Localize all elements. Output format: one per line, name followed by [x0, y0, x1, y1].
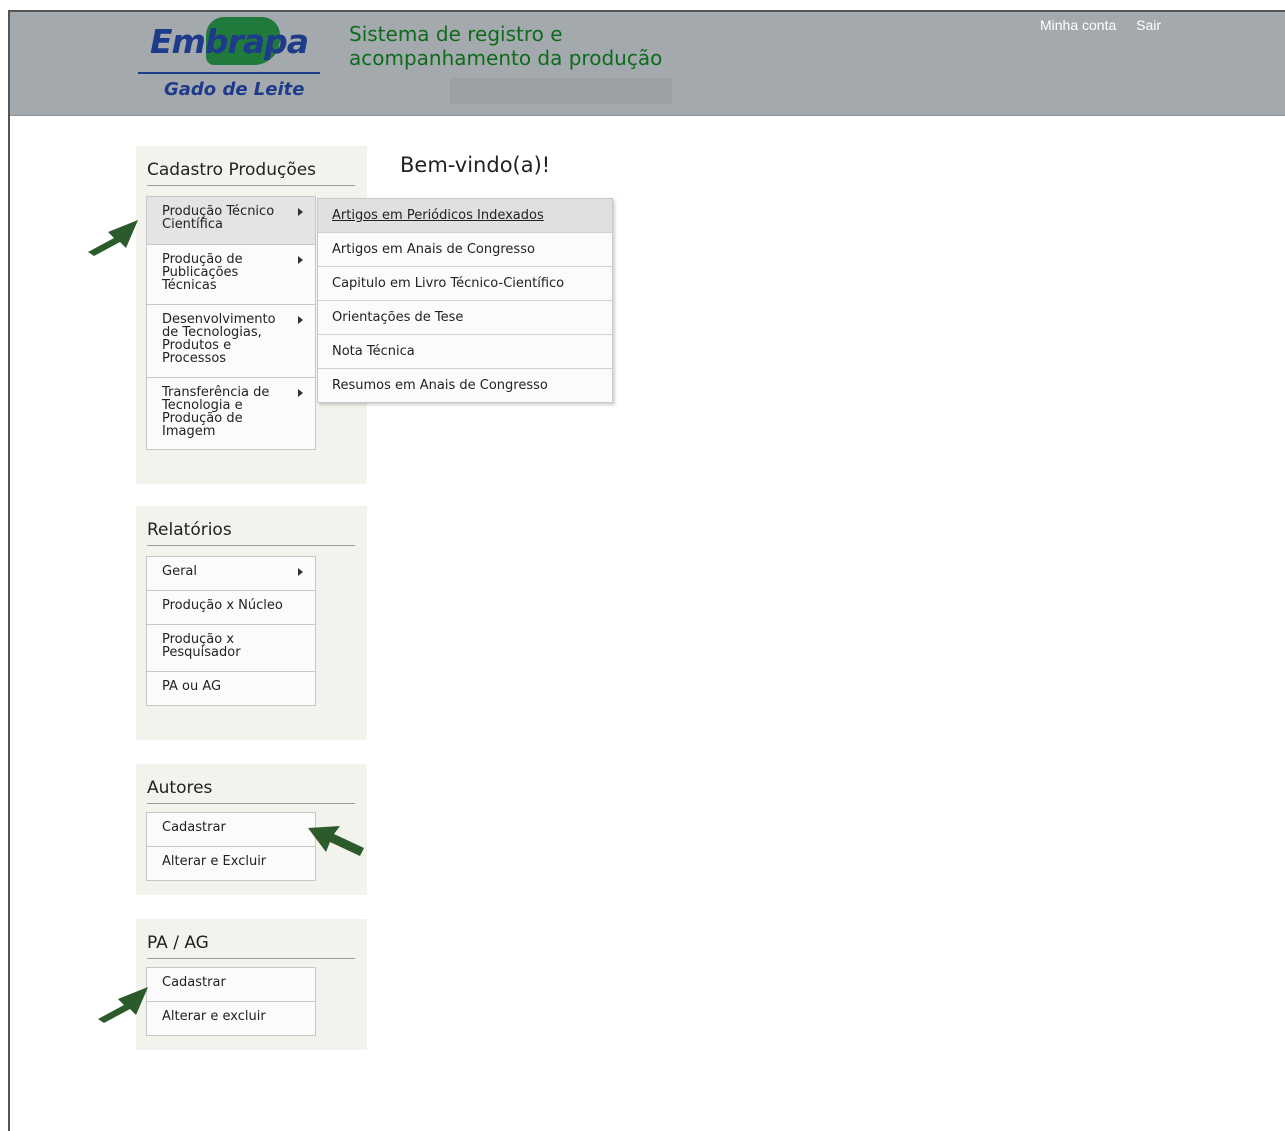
pa-ag-menu: Cadastrar Alterar e excluir	[146, 967, 316, 1036]
title-shade	[450, 78, 672, 104]
menu-item-pa-ag-alterar-excluir[interactable]: Alterar e excluir	[147, 1002, 315, 1035]
submenu-item-capitulo-livro[interactable]: Capitulo em Livro Técnico-Científico	[318, 267, 612, 301]
submenu-item-artigos-periodicos[interactable]: Artigos em Periódicos Indexados	[318, 199, 612, 233]
logo-text: Embrapa	[150, 22, 309, 61]
submenu-item-orientacoes-tese[interactable]: Orientações de Tese	[318, 301, 612, 335]
menu-item-autores-alterar-excluir[interactable]: Alterar e Excluir	[147, 847, 315, 880]
autores-title: Autores	[147, 778, 355, 804]
submenu-item-artigos-anais[interactable]: Artigos em Anais de Congresso	[318, 233, 612, 267]
submenu-item-nota-tecnica[interactable]: Nota Técnica	[318, 335, 612, 369]
relatorios-panel: Relatórios Geral Produção x Núcleo Produ…	[136, 506, 367, 740]
menu-item-desenvolvimento[interactable]: Desenvolvimento de Tecnologias, Produtos…	[147, 305, 315, 378]
welcome-heading: Bem-vindo(a)!	[400, 153, 551, 177]
menu-item-label: Produção Técnico Científica	[162, 204, 275, 232]
menu-item-geral[interactable]: Geral	[147, 557, 315, 591]
logout-link[interactable]: Sair	[1136, 17, 1161, 33]
menu-item-label: Transferência de Tecnologia e Produção d…	[162, 385, 270, 439]
header-bar: Embrapa Gado de Leite Sistema de registr…	[10, 12, 1285, 116]
menu-item-producao-publicacoes[interactable]: Produção de Publicações Técnicas	[147, 245, 315, 305]
pa-ag-panel: PA / AG Cadastrar Alterar e excluir	[136, 919, 367, 1050]
cadastro-menu: Produção Técnico Científica Produção de …	[146, 196, 316, 450]
relatorios-menu: Geral Produção x Núcleo Produção x Pesqu…	[146, 556, 316, 706]
autores-menu: Cadastrar Alterar e Excluir	[146, 812, 316, 881]
menu-item-pa-ou-ag[interactable]: PA ou AG	[147, 672, 315, 705]
chevron-right-icon	[298, 208, 303, 216]
menu-item-producao-nucleo[interactable]: Produção x Núcleo	[147, 591, 315, 625]
submenu-producao-tecnico-cientifica: Artigos em Periódicos Indexados Artigos …	[317, 198, 613, 403]
green-pointer-arrow-icon	[88, 220, 138, 256]
menu-item-transferencia[interactable]: Transferência de Tecnologia e Produção d…	[147, 378, 315, 449]
cadastro-title: Cadastro Produções	[147, 160, 355, 186]
my-account-link[interactable]: Minha conta	[1040, 17, 1116, 33]
menu-item-label: Desenvolvimento de Tecnologias, Produtos…	[162, 312, 276, 366]
relatorios-title: Relatórios	[147, 520, 355, 546]
menu-item-autores-cadastrar[interactable]: Cadastrar	[147, 813, 315, 847]
pa-ag-title: PA / AG	[147, 933, 355, 959]
menu-item-label: Geral	[162, 564, 197, 579]
chevron-right-icon	[298, 256, 303, 264]
submenu-item-resumos-anais[interactable]: Resumos em Anais de Congresso	[318, 369, 612, 402]
app-title: Sistema de registro e acompanhamento da …	[349, 22, 663, 70]
chevron-right-icon	[298, 389, 303, 397]
logo-subtitle: Gado de Leite	[164, 79, 305, 100]
logo-divider	[138, 72, 320, 74]
top-links: Minha conta Sair	[1040, 17, 1177, 33]
green-pointer-arrow-icon	[98, 987, 148, 1023]
green-pointer-arrow-icon	[308, 826, 364, 856]
menu-item-label: Produção de Publicações Técnicas	[162, 252, 243, 293]
menu-item-producao-pesquisador[interactable]: Produção x Pesquisador	[147, 625, 315, 672]
chevron-right-icon	[298, 568, 303, 576]
menu-item-producao-tecnico-cientifica[interactable]: Produção Técnico Científica	[147, 197, 315, 245]
chevron-right-icon	[298, 316, 303, 324]
menu-item-pa-ag-cadastrar[interactable]: Cadastrar	[147, 968, 315, 1002]
